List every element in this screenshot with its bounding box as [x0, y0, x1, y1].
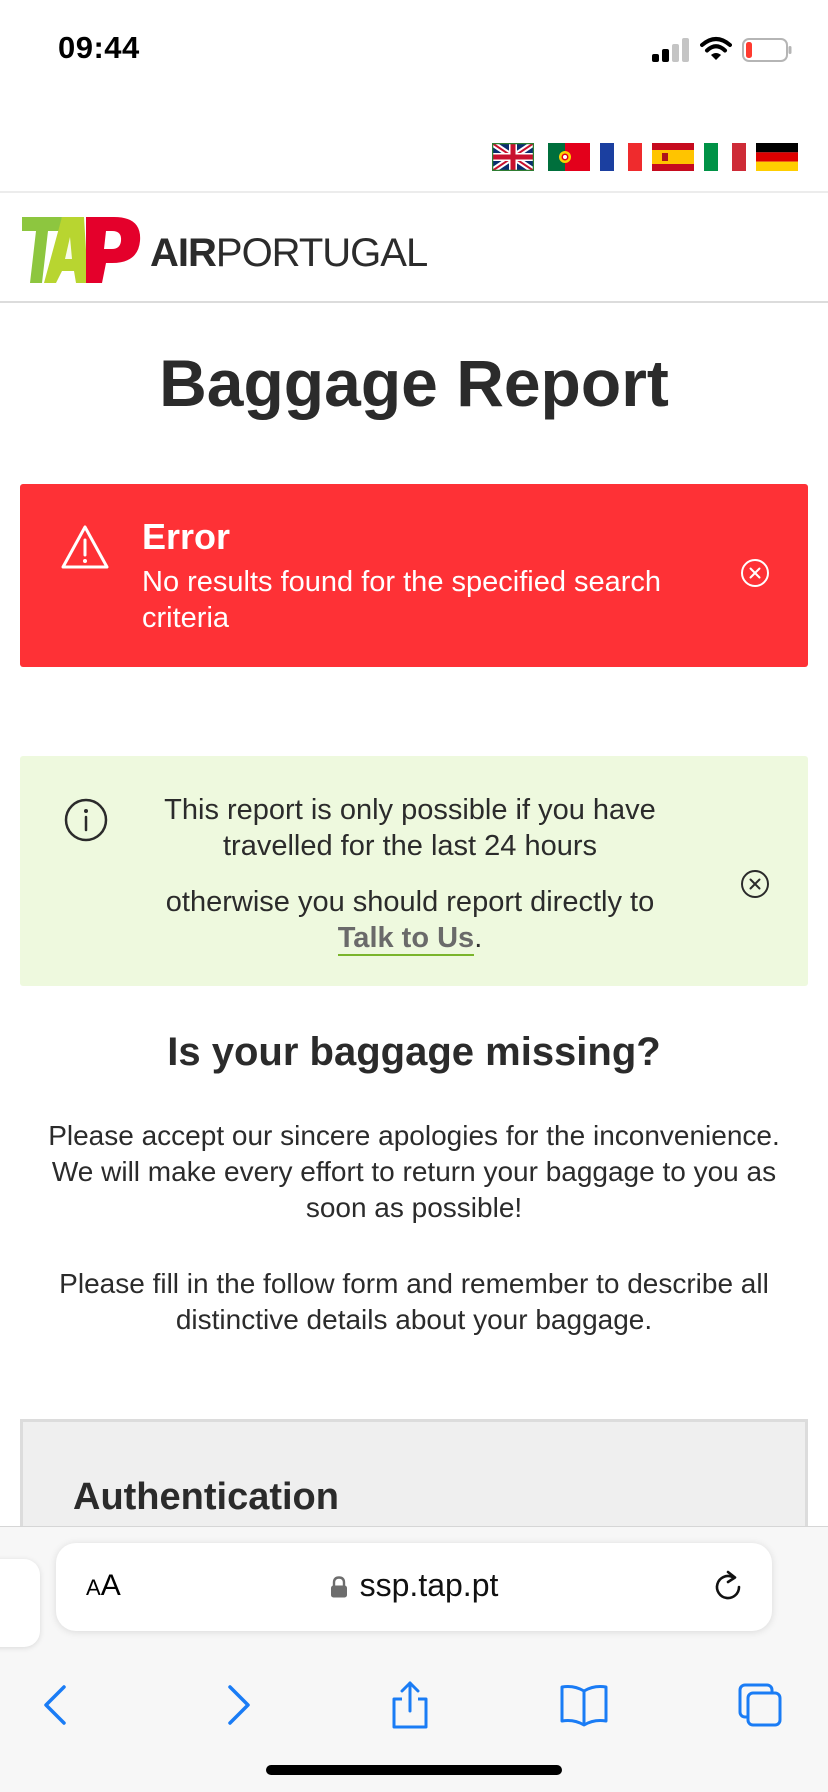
- flag-uk-icon[interactable]: [492, 143, 534, 171]
- previous-tab-preview[interactable]: [0, 1559, 40, 1647]
- reload-icon[interactable]: [710, 1569, 746, 1605]
- status-bar: 09:44: [0, 0, 828, 100]
- lock-icon: [330, 1576, 347, 1598]
- error-alert: Error No results found for the specified…: [20, 484, 808, 667]
- status-time: 09:44: [58, 30, 140, 65]
- info-icon: [64, 798, 108, 842]
- flag-spain-icon[interactable]: [652, 143, 694, 171]
- talk-to-us-link[interactable]: Talk to Us: [337, 922, 475, 956]
- error-title: Error: [142, 516, 231, 557]
- forward-icon[interactable]: [212, 1681, 260, 1729]
- cellular-signal-icon: [652, 38, 690, 62]
- close-icon[interactable]: [740, 869, 770, 899]
- back-icon[interactable]: [34, 1681, 82, 1729]
- share-icon[interactable]: [386, 1681, 434, 1729]
- close-icon[interactable]: [740, 558, 770, 588]
- url-display[interactable]: ssp.tap.pt: [56, 1567, 772, 1604]
- section-heading: Is your baggage missing?: [167, 1030, 661, 1074]
- tap-logo[interactable]: [22, 217, 142, 283]
- battery-icon: [742, 38, 792, 62]
- address-bar[interactable]: AA ssp.tap.pt: [56, 1543, 772, 1631]
- bookmarks-icon[interactable]: [560, 1681, 608, 1729]
- info-text-secondary: otherwise you should report directly to …: [165, 886, 655, 956]
- error-message: No results found for the specified searc…: [142, 566, 662, 634]
- tabs-icon[interactable]: [736, 1681, 784, 1729]
- info-alert: This report is only possible if you have…: [20, 756, 808, 986]
- flag-germany-icon[interactable]: [756, 143, 798, 171]
- info-text: This report is only possible if you have…: [164, 794, 656, 862]
- flag-france-icon[interactable]: [600, 143, 642, 171]
- authentication-title: Authentication: [73, 1476, 339, 1518]
- warning-icon: [61, 525, 109, 569]
- page-title: Baggage Report: [159, 346, 669, 420]
- url-text: ssp.tap.pt: [359, 1567, 499, 1603]
- site-header: AIRPORTUGAL: [0, 193, 828, 303]
- language-selector: [0, 108, 828, 193]
- flag-italy-icon[interactable]: [704, 143, 746, 171]
- wifi-icon: [700, 37, 732, 60]
- air-portugal-wordmark: AIRPORTUGAL: [150, 231, 428, 275]
- flag-portugal-icon[interactable]: [548, 143, 590, 171]
- instructions-text: Please fill in the follow form and remem…: [59, 1268, 769, 1335]
- home-indicator[interactable]: [266, 1765, 562, 1775]
- browser-toolbar: AA ssp.tap.pt: [0, 1526, 828, 1792]
- apology-text: Please accept our sincere apologies for …: [48, 1120, 780, 1223]
